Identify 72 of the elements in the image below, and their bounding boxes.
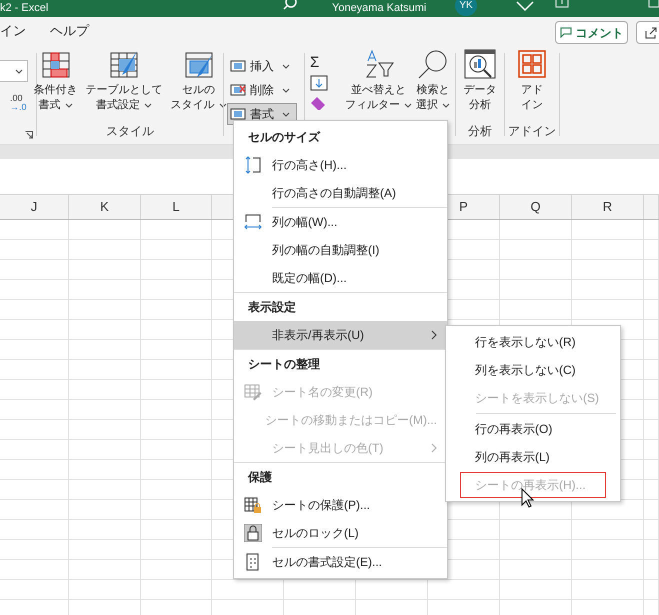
share-icon [645, 26, 657, 38]
menu-section-title: 表示設定 [247, 299, 297, 316]
find-select-button[interactable]: 検索と 選択 [414, 45, 452, 144]
share-button[interactable] [636, 21, 659, 44]
delete-cells-icon [230, 83, 246, 97]
caret-icon [442, 102, 450, 108]
dialog-launcher-icon[interactable] [25, 131, 33, 139]
column-header[interactable]: K [100, 197, 109, 217]
cells-command-button[interactable]: 削除 [227, 79, 297, 101]
cells-command-button[interactable]: 挿入 [227, 55, 297, 77]
cell-styles-button[interactable]: セルの スタイル [168, 45, 228, 113]
group-label: アドイン [508, 123, 556, 140]
menu-item[interactable]: 列の幅(W)... [234, 208, 447, 236]
group-label: 分析 [468, 123, 492, 140]
menu-item[interactable]: セルの書式設定(E)... [234, 548, 447, 576]
add-ins-button[interactable]: アド イン [515, 45, 549, 113]
caret-icon [15, 68, 23, 74]
restore-icon[interactable] [648, 0, 659, 8]
insert-cells-icon [230, 59, 246, 73]
table-pencil-icon [244, 383, 262, 401]
user-avatar[interactable]: YK [455, 0, 477, 16]
menu-item[interactable]: 列の再表示(L) [460, 444, 606, 470]
chevron-right-icon [431, 443, 437, 453]
autosum-button[interactable]: Σ [310, 55, 343, 70]
caret-icon [64, 102, 72, 108]
column-header[interactable]: J [30, 197, 38, 217]
table-lock-icon [244, 496, 262, 514]
ribbon-tab[interactable]: ヘルプ [50, 21, 89, 41]
format-as-table-button[interactable]: テーブルとして 書式設定 [84, 45, 164, 113]
window-icon[interactable] [555, 0, 569, 8]
column-header[interactable]: P [459, 197, 468, 217]
comment-icon [560, 27, 572, 38]
menu-item[interactable]: 列の幅の自動調整(I) [234, 236, 447, 264]
caret-icon [282, 112, 290, 116]
chart-magnifier-icon [464, 49, 496, 79]
add-ins-icon [517, 49, 547, 79]
fill-down-icon[interactable] [310, 75, 328, 91]
search-icon [417, 49, 449, 79]
search-icon[interactable] [283, 0, 297, 10]
column-header[interactable]: L [172, 197, 180, 217]
window-title: k2 - Excel [0, 3, 48, 14]
ribbon-tab[interactable]: イン [0, 21, 26, 41]
row-height-icon [244, 156, 262, 174]
column-width-icon [244, 213, 262, 231]
menu-item[interactable]: 行の高さ(H)... [234, 151, 447, 179]
caret-icon [282, 64, 290, 68]
lock-icon [244, 524, 262, 542]
column-header[interactable]: R [602, 197, 612, 217]
menu-item[interactable]: 行の高さの自動調整(A) [234, 179, 447, 207]
sort-filter-button[interactable]: 並べ替えと フィルター [343, 45, 414, 144]
data-analysis-button[interactable]: データ 分析 [462, 45, 498, 113]
chevron-right-icon [431, 330, 437, 340]
group-label: スタイル [106, 123, 154, 140]
menu-item[interactable]: セルのロック(L) [234, 519, 447, 547]
caret-icon [218, 102, 226, 108]
menu-section-title: セルのサイズ [247, 129, 322, 146]
dropdown-field[interactable] [0, 60, 28, 82]
menu-section-title: シートの整理 [247, 356, 321, 373]
caret-icon [404, 102, 412, 108]
menu-item[interactable]: 既定の幅(D)... [234, 264, 447, 292]
comment-button[interactable]: コメント [555, 21, 628, 44]
user-name: Yoneyama Katsumi [332, 3, 426, 14]
menu-item[interactable]: 行の再表示(O) [460, 416, 606, 442]
menu-item[interactable]: 列を表示しない(C) [460, 357, 606, 383]
menu-item[interactable]: シートの保護(P)... [234, 491, 447, 519]
caret-icon [144, 102, 152, 108]
table-brush-icon [109, 49, 139, 79]
menu-item[interactable]: 非表示/再表示(U) [234, 321, 447, 349]
menu-item[interactable]: 行を表示しない(R) [460, 329, 606, 355]
column-header[interactable]: Q [530, 197, 541, 217]
caret-icon [282, 88, 290, 92]
menu-section-title: 保護 [246, 469, 273, 486]
